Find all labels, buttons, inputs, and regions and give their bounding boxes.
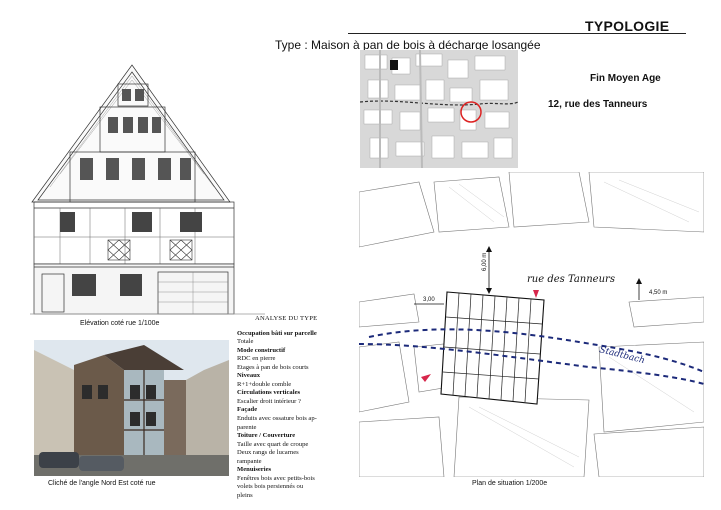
analysis-heading: Circulations verticales xyxy=(237,389,301,397)
analysis-text: Totale xyxy=(237,338,254,346)
address-label: 12, rue des Tanneurs xyxy=(548,99,648,110)
type-analysis: ANALYSE DU TYPE Occupation bâti sur parc… xyxy=(237,315,343,500)
analysis-text: pleins xyxy=(237,491,253,499)
page-title: TYPOLOGIE xyxy=(585,18,670,34)
analysis-text: Deux rangs de lucarnes xyxy=(237,449,299,457)
dim-left-label: 3,00 xyxy=(423,297,435,303)
analysis-title: ANALYSE DU TYPE xyxy=(255,315,318,322)
analysis-heading: Mode constructif xyxy=(237,346,286,354)
analysis-text: Etages à pan de bois courts xyxy=(237,363,309,371)
street-label: rue des Tanneurs xyxy=(527,274,615,285)
street-photo xyxy=(34,340,229,476)
elevation-drawing xyxy=(30,62,265,317)
analysis-text: parente xyxy=(237,423,257,431)
analysis-lines: Occupation bâti sur parcelle Totale Mode c… xyxy=(237,330,343,501)
photo-caption: Cliché de l'angle Nord Est coté rue xyxy=(48,480,156,487)
title-rule xyxy=(348,33,686,34)
dim-right-label: 4,50 m xyxy=(649,290,667,296)
location-map xyxy=(360,50,518,168)
site-plan: rue des Tanneurs Stadtbach 6,00 m 3,00 4… xyxy=(359,172,704,477)
period-label: Fin Moyen Age xyxy=(590,73,661,84)
analysis-text: rampante xyxy=(237,457,262,465)
analysis-text: RDC en pierre xyxy=(237,355,276,363)
analysis-heading: Occupation bâti sur parcelle xyxy=(237,329,317,337)
analysis-text: R+1+double comble xyxy=(237,380,292,388)
elevation-caption: Elévation coté rue 1/100e xyxy=(80,320,160,327)
analysis-heading: Toiture / Couverture xyxy=(237,432,296,440)
plan-caption: Plan de situation 1/200e xyxy=(472,480,548,487)
analysis-text: volets bois persiennés ou xyxy=(237,483,304,491)
analysis-heading: Menuiseries xyxy=(237,466,272,474)
analysis-heading: Façade xyxy=(237,406,258,414)
analysis-text: Escalier droit intérieur ? xyxy=(237,397,301,405)
dim-width-label: 6,00 m xyxy=(482,253,488,271)
analysis-text: Fenêtres bois avec petits-bois xyxy=(237,474,315,482)
analysis-text: Enduits avec ossature bois ap- xyxy=(237,415,317,423)
analysis-heading: Niveaux xyxy=(237,372,261,380)
analysis-text: Taille avec quart de croupe xyxy=(237,440,309,448)
